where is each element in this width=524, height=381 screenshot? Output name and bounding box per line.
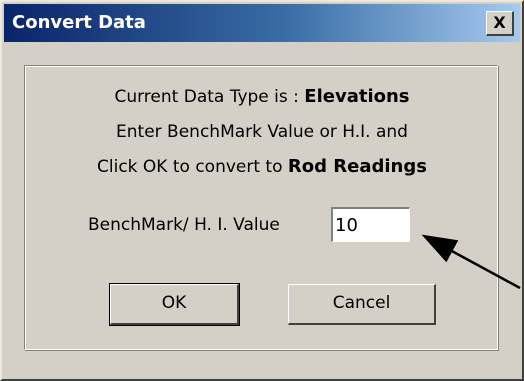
annotation-arrow-line bbox=[421, 234, 521, 290]
annotation-arrow bbox=[421, 234, 521, 290]
